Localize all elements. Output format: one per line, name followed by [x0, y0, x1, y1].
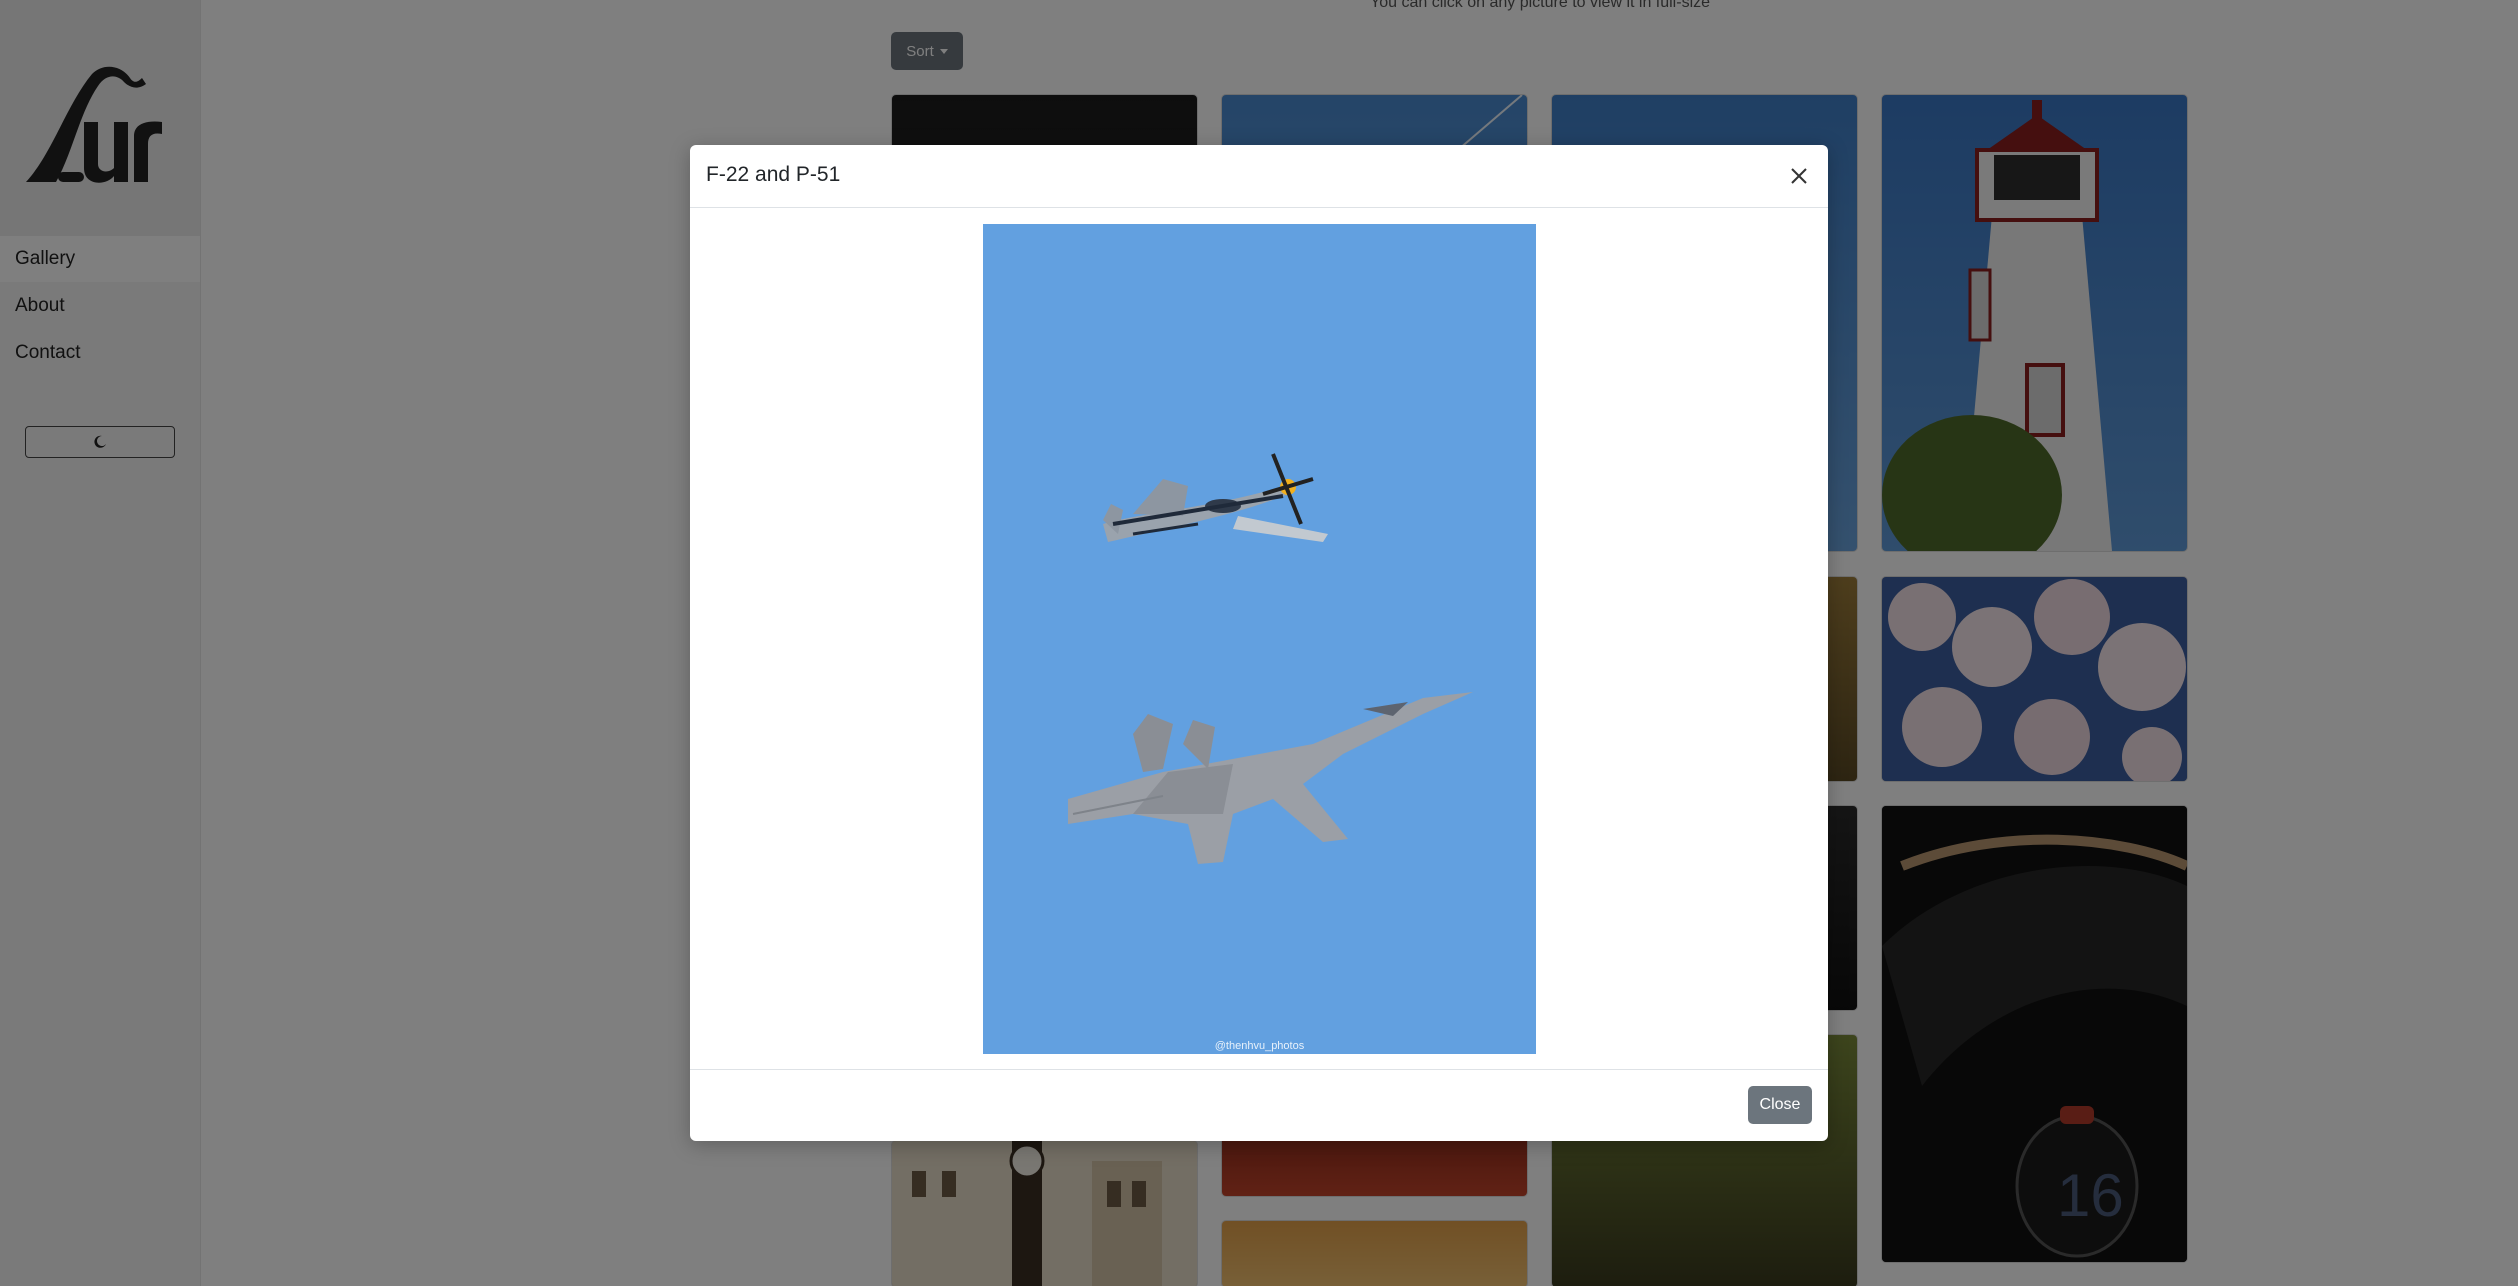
modal-body: @thenhvu_photos [690, 208, 1828, 1054]
gallery-page: Gallery About Contact You can click on a… [0, 0, 2518, 1286]
modal-title: F-22 and P-51 [706, 163, 841, 186]
image-modal: F-22 and P-51 @thenhvu_photos Close [690, 145, 1828, 1141]
photo-watermark: @thenhvu_photos [1214, 1040, 1305, 1052]
close-icon[interactable] [1784, 161, 1814, 191]
aircraft-photo [983, 224, 1536, 1054]
full-size-photo: @thenhvu_photos [983, 224, 1536, 1054]
modal-header: F-22 and P-51 [690, 145, 1828, 208]
close-button[interactable]: Close [1748, 1086, 1812, 1124]
modal-footer: Close [690, 1069, 1828, 1141]
